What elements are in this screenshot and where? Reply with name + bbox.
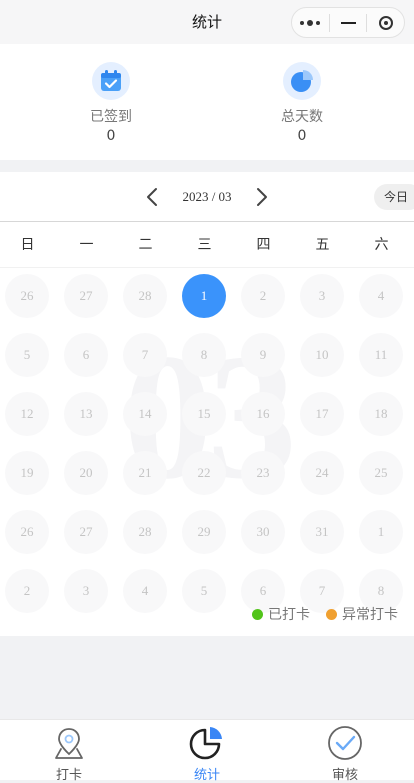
- calendar-day[interactable]: 2: [241, 274, 285, 318]
- month-label: 2023 / 03: [182, 189, 232, 204]
- calendar-day[interactable]: 26: [5, 274, 49, 318]
- pie-chart-icon: [167, 723, 247, 763]
- calendar-day[interactable]: 6: [64, 333, 108, 377]
- calendar-day[interactable]: 13: [64, 392, 108, 436]
- calendar-day[interactable]: 8: [182, 333, 226, 377]
- minimize-button[interactable]: [330, 8, 367, 37]
- calendar-day[interactable]: 3: [64, 569, 108, 613]
- legend-abnormal: 异常打卡: [326, 604, 398, 624]
- close-button[interactable]: [367, 8, 404, 37]
- calendar-day[interactable]: 11: [359, 333, 403, 377]
- calendar-day[interactable]: 7: [123, 333, 167, 377]
- calendar-day[interactable]: 1: [359, 510, 403, 554]
- calendar-day[interactable]: 18: [359, 392, 403, 436]
- day-grid: 26 27 28 1 2 3 4 5 6 7 8 9 10 11 12 13 14 15 16 17 18 19 20 21 2…: [0, 268, 414, 622]
- orange-dot-icon: [326, 608, 337, 620]
- calendar-day[interactable]: 2: [5, 569, 49, 613]
- weekday-label: 日: [20, 237, 35, 253]
- stat-signed-value: 0: [106, 128, 116, 144]
- calendar-day[interactable]: 30: [241, 510, 285, 554]
- weekday-label: 二: [138, 237, 153, 253]
- calendar-day[interactable]: 26: [5, 510, 49, 554]
- calendar-day[interactable]: 10: [300, 333, 344, 377]
- calendar-day[interactable]: 4: [123, 569, 167, 613]
- weekday-header: 日一二三四五六: [0, 222, 414, 268]
- legend: 已打卡 异常打卡: [236, 604, 398, 624]
- calendar-day[interactable]: 23: [241, 451, 285, 495]
- calendar-day[interactable]: 17: [300, 392, 344, 436]
- green-dot-icon: [252, 608, 263, 620]
- calendar-day[interactable]: 4: [359, 274, 403, 318]
- calendar-day[interactable]: 28: [123, 510, 167, 554]
- calendar-day[interactable]: 3: [300, 274, 344, 318]
- minimize-icon: [340, 21, 356, 24]
- location-pin-icon: [29, 723, 109, 763]
- more-button[interactable]: [292, 8, 329, 37]
- tab-checkin-label: 打卡: [55, 768, 82, 783]
- stat-total-days: 总天数 0: [242, 62, 362, 144]
- legend-abnormal-label: 异常打卡: [342, 607, 398, 623]
- calendar-day[interactable]: 31: [300, 510, 344, 554]
- prev-month-button[interactable]: [143, 186, 163, 208]
- weekday-label: 四: [256, 237, 271, 253]
- tab-bar: 打卡 统计 审核: [0, 719, 414, 783]
- stat-signed-label: 已签到: [90, 109, 132, 125]
- check-circle-icon: [305, 723, 385, 763]
- tab-review[interactable]: 审核: [305, 723, 385, 783]
- chevron-left-icon: [147, 188, 157, 206]
- calendar-day[interactable]: 21: [123, 451, 167, 495]
- month-switcher: 2023 / 03 今日: [0, 172, 414, 222]
- calendar-day[interactable]: 16: [241, 392, 285, 436]
- calendar-day[interactable]: 14: [123, 392, 167, 436]
- stat-signed: 已签到 0: [51, 62, 171, 144]
- next-month-button[interactable]: [251, 186, 271, 208]
- stat-total-days-label: 总天数: [281, 109, 323, 125]
- tab-statistics[interactable]: 统计: [167, 723, 247, 783]
- tab-statistics-label: 统计: [193, 768, 220, 783]
- tab-review-label: 审核: [331, 768, 358, 783]
- calendar-day[interactable]: 5: [5, 333, 49, 377]
- target-close-icon: [378, 15, 393, 30]
- navigation-bar: 统计: [0, 0, 414, 44]
- calendar-panel: 03 2023 / 03 今日 日一二三四五六 2627281234567891…: [0, 172, 414, 636]
- calendar-day[interactable]: 22: [182, 451, 226, 495]
- weekday-label: 一: [79, 237, 94, 253]
- today-button[interactable]: 今日: [374, 184, 414, 210]
- calendar-day[interactable]: 28: [123, 274, 167, 318]
- stats-panel: 已签到 0 总天数 0: [0, 44, 414, 160]
- pie-chart-icon: [283, 62, 321, 100]
- calendar-check-icon: [92, 62, 130, 100]
- calendar-day[interactable]: 27: [64, 510, 108, 554]
- weekday-label: 六: [374, 237, 389, 253]
- calendar-day[interactable]: 15: [182, 392, 226, 436]
- calendar-day[interactable]: 9: [241, 333, 285, 377]
- weekday-label: 五: [315, 237, 330, 253]
- calendar-day[interactable]: 5: [182, 569, 226, 613]
- chevron-right-icon: [257, 188, 267, 206]
- calendar-day[interactable]: 25: [359, 451, 403, 495]
- calendar-day[interactable]: 24: [300, 451, 344, 495]
- stat-total-days-value: 0: [297, 128, 307, 144]
- mini-program-capsule: [291, 7, 405, 38]
- calendar-day[interactable]: 20: [64, 451, 108, 495]
- calendar-day[interactable]: 27: [64, 274, 108, 318]
- calendar-day[interactable]: 1: [182, 274, 226, 318]
- legend-checked-in: 已打卡: [252, 604, 310, 624]
- calendar-day[interactable]: 19: [5, 451, 49, 495]
- weekday-label: 三: [197, 237, 212, 253]
- tab-checkin[interactable]: 打卡: [29, 723, 109, 783]
- calendar-day[interactable]: 12: [5, 392, 49, 436]
- legend-checked-in-label: 已打卡: [268, 607, 310, 623]
- more-dots-icon: [300, 19, 321, 26]
- calendar-day[interactable]: 29: [182, 510, 226, 554]
